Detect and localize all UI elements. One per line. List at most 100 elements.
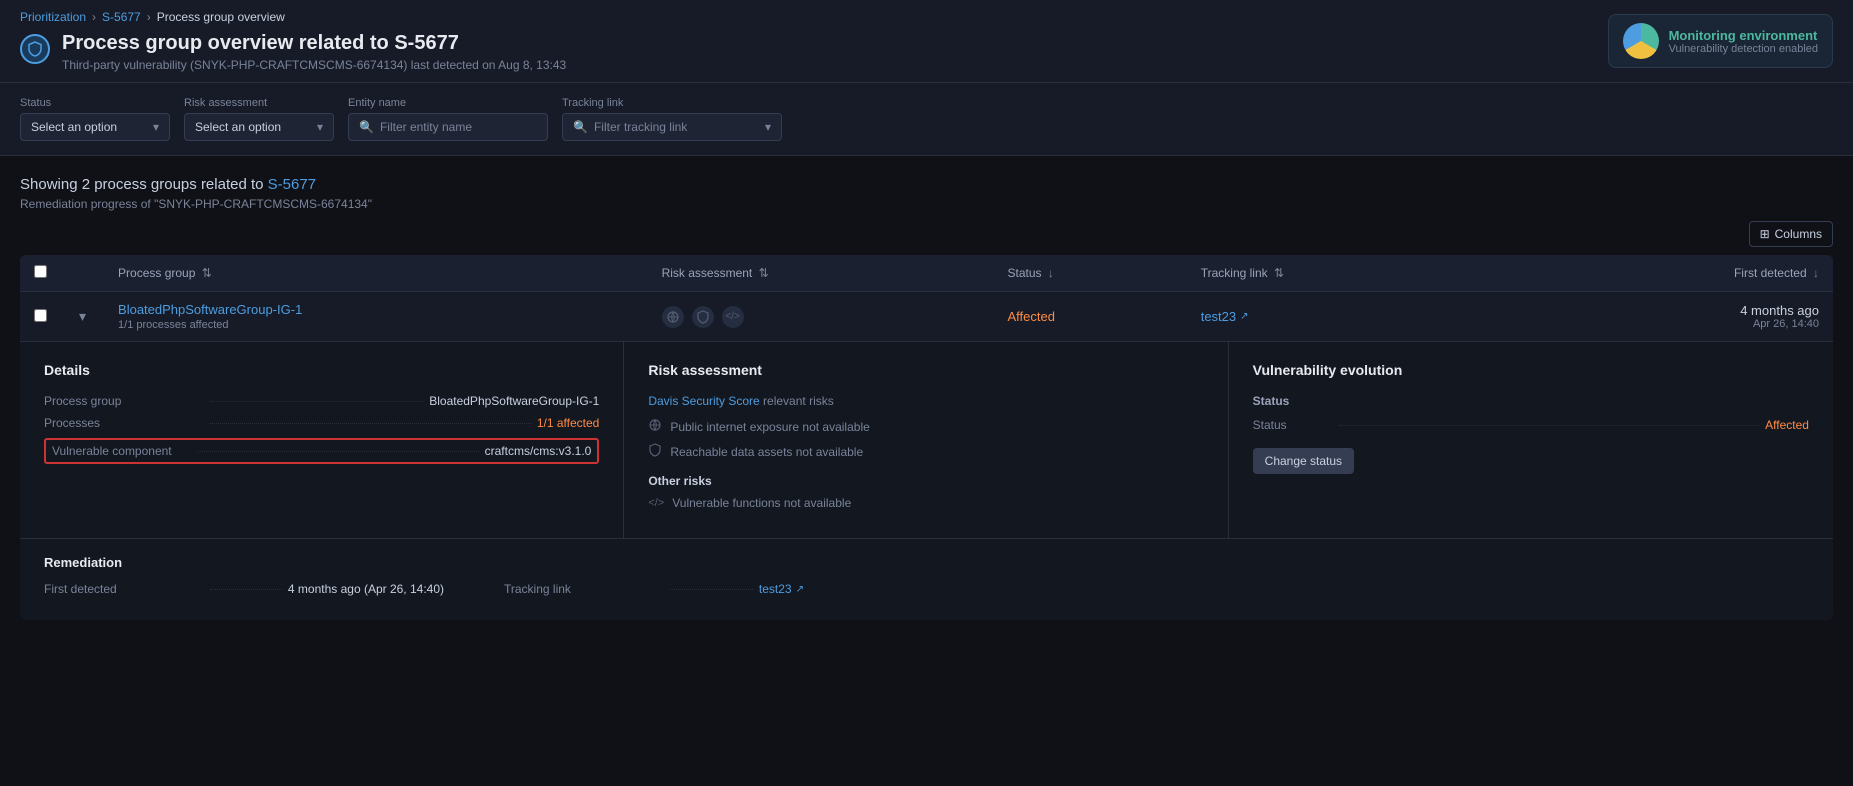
select-all-checkbox[interactable] bbox=[34, 265, 47, 278]
tracking-link-anchor[interactable]: test23 ↗ bbox=[1201, 309, 1458, 324]
status-filter-arrow: ▾ bbox=[153, 120, 159, 134]
reachable-data-text: Reachable data assets not available bbox=[670, 445, 863, 459]
remediation-tl-dots bbox=[670, 589, 753, 590]
details-panel: Details Process group BloatedPhpSoftware… bbox=[20, 342, 624, 538]
breadcrumb: Prioritization › S-5677 › Process group … bbox=[20, 10, 566, 24]
vuln-comp-dots bbox=[198, 451, 479, 452]
top-header: Prioritization › S-5677 › Process group … bbox=[0, 0, 1853, 83]
summary-section: Showing 2 process groups related to S-56… bbox=[0, 156, 1853, 221]
columns-button[interactable]: ⊞ Columns bbox=[1749, 221, 1833, 247]
entity-filter-placeholder: Filter entity name bbox=[380, 120, 472, 134]
th-tracking-link: Tracking link ⇅ bbox=[1187, 255, 1472, 292]
status-filter-select[interactable]: Select an option ▾ bbox=[20, 113, 170, 141]
status-filter-value: Select an option bbox=[31, 120, 117, 134]
process-group-sort-icon: ⇅ bbox=[202, 266, 212, 280]
breadcrumb-current: Process group overview bbox=[157, 10, 285, 24]
tracking-filter-label: Tracking link bbox=[562, 97, 782, 109]
page-title-section: Process group overview related to S-5677… bbox=[20, 32, 566, 72]
tracking-search-icon: 🔍 bbox=[573, 120, 588, 134]
remediation-first-detected-row: First detected 4 months ago (Apr 26, 14:… bbox=[44, 582, 444, 596]
columns-btn-container: ⊞ Columns bbox=[20, 221, 1833, 247]
shield-icon bbox=[20, 34, 50, 64]
risk-icons: </> bbox=[662, 306, 980, 328]
risk-reachable-data: Reachable data assets not available bbox=[648, 443, 1203, 460]
remediation-title: Remediation bbox=[44, 555, 1809, 570]
remediation-fd-val: 4 months ago (Apr 26, 14:40) bbox=[288, 582, 444, 596]
th-expand bbox=[61, 255, 104, 292]
expanded-content-inner: Details Process group BloatedPhpSoftware… bbox=[20, 342, 1833, 620]
risk-filter-select[interactable]: Select an option ▾ bbox=[184, 113, 334, 141]
risk-public-icon bbox=[648, 418, 662, 435]
vuln-evo-dots bbox=[1339, 425, 1760, 426]
risk-reachable-icon bbox=[648, 443, 662, 460]
th-checkbox bbox=[20, 255, 61, 292]
tracking-filter-input[interactable]: 🔍 Filter tracking link ▾ bbox=[562, 113, 782, 141]
remediation-section: Remediation First detected 4 months ago … bbox=[20, 538, 1833, 620]
breadcrumb-sep-1: › bbox=[92, 10, 96, 24]
remediation-fd-key: First detected bbox=[44, 582, 204, 596]
detail-proc-key: Processes bbox=[44, 416, 204, 430]
risk-icon-public bbox=[662, 306, 684, 328]
th-spacer bbox=[1472, 255, 1544, 292]
tracking-sort-icon: ⇅ bbox=[1274, 266, 1284, 280]
page-title-text: Process group overview related to S-5677… bbox=[62, 32, 566, 72]
th-status: Status ↓ bbox=[994, 255, 1187, 292]
risk-icon-shield bbox=[692, 306, 714, 328]
row-first-detected-cell: 4 months ago Apr 26, 14:40 bbox=[1543, 292, 1833, 342]
process-group-link[interactable]: BloatedPhpSoftwareGroup-IG-1 bbox=[118, 302, 302, 317]
th-first-detected: First detected ↓ bbox=[1543, 255, 1833, 292]
entity-search-icon: 🔍 bbox=[359, 120, 374, 134]
vuln-comp-key: Vulnerable component bbox=[52, 444, 192, 458]
header-left: Prioritization › S-5677 › Process group … bbox=[20, 10, 566, 72]
page-subtitle: Third-party vulnerability (SNYK-PHP-CRAF… bbox=[62, 58, 566, 72]
row-checkbox[interactable] bbox=[34, 309, 47, 322]
status-filter-label: Status bbox=[20, 97, 170, 109]
breadcrumb-s5677[interactable]: S-5677 bbox=[102, 10, 141, 24]
vuln-evo-val: Affected bbox=[1765, 418, 1809, 432]
monitoring-icon bbox=[1623, 23, 1659, 59]
summary-link[interactable]: S-5677 bbox=[268, 176, 316, 193]
vuln-evo-status-header: Status bbox=[1253, 394, 1809, 408]
remediation-tracking-link[interactable]: test23 ↗ bbox=[759, 582, 804, 596]
risk-filter-label: Risk assessment bbox=[184, 97, 334, 109]
risk-vuln-icon: </> bbox=[648, 497, 664, 509]
monitoring-subtitle: Vulnerability detection enabled bbox=[1669, 43, 1818, 55]
risk-assessment-title: Risk assessment bbox=[648, 362, 1203, 378]
detail-proc-val: 1/1 affected bbox=[537, 416, 600, 430]
detail-pg-val: BloatedPhpSoftwareGroup-IG-1 bbox=[429, 394, 599, 408]
vuln-evolution-panel: Vulnerability evolution Status Status Af… bbox=[1229, 342, 1833, 538]
status-filter-group: Status Select an option ▾ bbox=[20, 97, 170, 141]
process-group-sub: 1/1 processes affected bbox=[118, 319, 634, 331]
row-process-group-cell: BloatedPhpSoftwareGroup-IG-1 1/1 process… bbox=[104, 292, 648, 342]
vuln-evo-status-row: Status Affected bbox=[1253, 418, 1809, 432]
main-table: Process group ⇅ Risk assessment ⇅ Status… bbox=[20, 255, 1833, 620]
davis-score-link[interactable]: Davis Security Score bbox=[648, 394, 759, 408]
th-risk-assessment: Risk assessment ⇅ bbox=[648, 255, 994, 292]
row-checkbox-cell bbox=[20, 292, 61, 342]
first-detected-absolute: Apr 26, 14:40 bbox=[1557, 318, 1819, 330]
vuln-evo-key: Status bbox=[1253, 418, 1333, 432]
davis-score-suffix: relevant risks bbox=[763, 394, 834, 408]
row-spacer-cell bbox=[1472, 292, 1544, 342]
tracking-filter-placeholder: Filter tracking link bbox=[594, 120, 687, 134]
entity-filter-input[interactable]: 🔍 Filter entity name bbox=[348, 113, 548, 141]
detail-pg-key: Process group bbox=[44, 394, 204, 408]
detail-processes-row: Processes 1/1 affected bbox=[44, 416, 599, 430]
entity-filter-group: Entity name 🔍 Filter entity name bbox=[348, 97, 548, 141]
tracking-filter-arrow: ▾ bbox=[765, 120, 771, 134]
vuln-comp-val: craftcms/cms:v3.1.0 bbox=[485, 444, 592, 458]
risk-assessment-panel: Risk assessment Davis Security Score rel… bbox=[624, 342, 1228, 538]
summary-remediation: Remediation progress of "SNYK-PHP-CRAFTC… bbox=[20, 197, 1833, 211]
row-expand-button[interactable]: ▾ bbox=[75, 306, 90, 327]
first-detected-sort-icon: ↓ bbox=[1813, 266, 1819, 280]
breadcrumb-sep-2: › bbox=[147, 10, 151, 24]
table-section: ⊞ Columns Process group ⇅ Risk assessmen… bbox=[0, 221, 1853, 620]
risk-public-internet: Public internet exposure not available bbox=[648, 418, 1203, 435]
other-risks-label: Other risks bbox=[648, 474, 1203, 488]
external-link-icon: ↗ bbox=[1240, 311, 1248, 322]
change-status-button[interactable]: Change status bbox=[1253, 448, 1354, 474]
breadcrumb-prioritization[interactable]: Prioritization bbox=[20, 10, 86, 24]
detail-process-group-row: Process group BloatedPhpSoftwareGroup-IG… bbox=[44, 394, 599, 408]
table-row: ▾ BloatedPhpSoftwareGroup-IG-1 1/1 proce… bbox=[20, 292, 1833, 342]
monitoring-title: Monitoring environment bbox=[1669, 28, 1818, 43]
